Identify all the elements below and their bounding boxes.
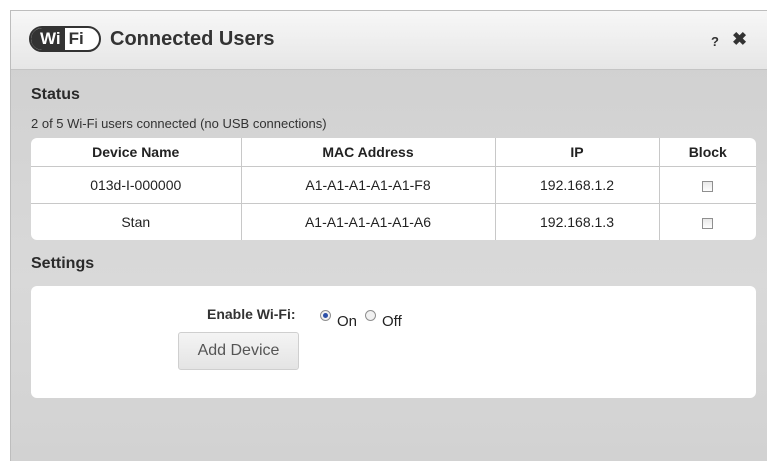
column-header-device-name: Device Name [31, 138, 242, 167]
block-cell [658, 203, 756, 240]
settings-panel: Enable Wi-Fi: On Off Add Device [31, 286, 756, 398]
wifi-logo-wi: Wi [31, 28, 65, 50]
block-checkbox[interactable] [702, 217, 714, 229]
add-device-button[interactable]: Add Device [178, 332, 299, 370]
table-header-row: Device Name MAC Address IP Block [31, 138, 756, 167]
close-icon[interactable]: ✖ [732, 29, 747, 50]
device-name-cell: 013d-I-000000 [31, 166, 242, 204]
status-summary: 2 of 5 Wi-Fi users connected (no USB con… [31, 116, 327, 131]
wifi-off-radio[interactable] [365, 310, 376, 321]
mac-address-cell: A1-A1-A1-A1-A1-A6 [240, 203, 496, 240]
connected-users-table: Device Name MAC Address IP Block 013d-I-… [31, 138, 756, 240]
table-row: Stan A1-A1-A1-A1-A1-A6 192.168.1.3 [31, 203, 756, 240]
wifi-logo-icon: Wi Fi [29, 26, 101, 52]
enable-wifi-label: Enable Wi-Fi: [207, 306, 296, 322]
column-header-ip: IP [494, 138, 660, 167]
status-heading: Status [31, 86, 80, 103]
wifi-logo-fi: Fi [68, 29, 84, 48]
mac-address-cell: A1-A1-A1-A1-A1-F8 [240, 166, 496, 204]
wifi-off-label[interactable]: Off [382, 313, 402, 330]
help-icon[interactable]: ? [711, 34, 719, 49]
column-header-block: Block [658, 138, 756, 167]
column-header-mac-address: MAC Address [240, 138, 496, 167]
connected-users-dialog: Wi Fi Connected Users ? ✖ Status 2 of 5 … [10, 10, 767, 461]
ip-cell: 192.168.1.2 [494, 166, 660, 204]
block-cell [658, 166, 756, 204]
device-name-cell: Stan [31, 203, 242, 240]
ip-cell: 192.168.1.3 [494, 203, 660, 240]
block-checkbox[interactable] [702, 180, 714, 192]
wifi-on-radio[interactable] [320, 310, 331, 321]
settings-heading: Settings [31, 255, 95, 272]
dialog-title: Connected Users [110, 28, 275, 50]
dialog-titlebar: Wi Fi Connected Users ? ✖ [11, 11, 767, 70]
table-row: 013d-I-000000 A1-A1-A1-A1-A1-F8 192.168.… [31, 166, 756, 204]
wifi-on-label[interactable]: On [337, 313, 357, 330]
